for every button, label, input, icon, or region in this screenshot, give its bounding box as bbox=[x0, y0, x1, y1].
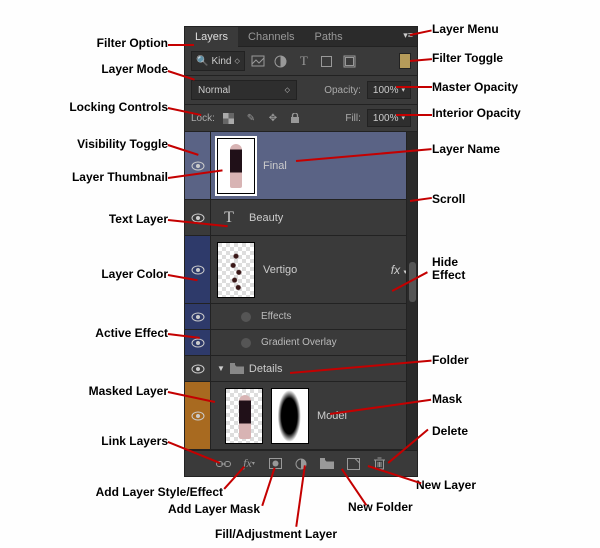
callout-add-style: Add Layer Style/Effect bbox=[8, 485, 223, 499]
callout-new-folder: New Folder bbox=[348, 500, 413, 514]
filter-kind-label: Kind bbox=[211, 56, 231, 67]
filter-row: 🔍 Kind ◇ T bbox=[185, 47, 417, 76]
layer-row-vertigo[interactable]: Vertigo fx ▾ bbox=[185, 236, 417, 304]
lock-transparency-icon[interactable] bbox=[221, 110, 237, 126]
layer-mask-thumbnail[interactable] bbox=[271, 388, 309, 444]
callout-masked-layer: Masked Layer bbox=[8, 384, 168, 398]
callout-delete: Delete bbox=[432, 424, 468, 438]
panel-tabs: Layers Channels Paths ▾≡ bbox=[185, 27, 417, 47]
callout-layer-name: Layer Name bbox=[432, 142, 500, 156]
fill-input[interactable]: 100% ▾ bbox=[367, 109, 411, 127]
callout-new-layer: New Layer bbox=[416, 478, 476, 492]
callout-folder: Folder bbox=[432, 353, 469, 367]
layer-row-beauty[interactable]: T Beauty bbox=[185, 200, 417, 236]
callout-locking-controls: Locking Controls bbox=[8, 100, 168, 114]
tab-channels[interactable]: Channels bbox=[238, 27, 304, 47]
layer-thumbnail[interactable] bbox=[217, 242, 255, 298]
layers-list-area: Final T Beauty Vertig bbox=[185, 132, 417, 450]
callout-interior-opacity: Interior Opacity bbox=[432, 106, 521, 120]
filter-pixel-icon[interactable] bbox=[248, 51, 268, 71]
opacity-value: 100% bbox=[373, 85, 399, 96]
blend-mode-row: Normal ◇ Opacity: 100% ▾ bbox=[185, 76, 417, 105]
effect-name: Gradient Overlay bbox=[211, 333, 417, 352]
tab-paths[interactable]: Paths bbox=[305, 27, 353, 47]
callout-master-opacity: Master Opacity bbox=[432, 80, 518, 94]
callout-active-effect: Active Effect bbox=[8, 326, 168, 340]
fill-value: 100% bbox=[373, 113, 399, 124]
layer-body: Vertigo fx ▾ bbox=[211, 238, 417, 302]
lock-position-icon[interactable]: ✥ bbox=[265, 110, 281, 126]
layer-body: ▼ Details bbox=[211, 359, 417, 379]
twirl-down-icon[interactable]: ▼ bbox=[217, 364, 225, 373]
effect-gradient-overlay[interactable]: Gradient Overlay bbox=[185, 330, 417, 356]
callout-layer-menu: Layer Menu bbox=[432, 22, 499, 36]
callout-filter-option: Filter Option bbox=[8, 36, 168, 50]
layers-list: Final T Beauty Vertig bbox=[185, 132, 417, 450]
callout-hide-effect: Hide Effect bbox=[432, 256, 465, 282]
fill-label: Fill: bbox=[345, 113, 361, 124]
callout-mask: Mask bbox=[432, 392, 462, 406]
layer-row-model[interactable]: Model bbox=[185, 382, 417, 450]
add-style-icon[interactable]: fx▾ bbox=[241, 456, 258, 471]
filter-adjust-icon[interactable] bbox=[271, 51, 291, 71]
blend-mode-value: Normal bbox=[198, 85, 230, 96]
lock-row: Lock: ✎ ✥ Fill: 100% ▾ bbox=[185, 105, 417, 132]
new-folder-icon[interactable] bbox=[319, 456, 336, 471]
layer-name[interactable]: Details bbox=[249, 363, 283, 375]
visibility-toggle[interactable] bbox=[185, 200, 211, 235]
opacity-label: Opacity: bbox=[324, 85, 361, 96]
callout-fill-adj: Fill/Adjustment Layer bbox=[215, 527, 337, 541]
layer-thumbnail[interactable] bbox=[225, 388, 263, 444]
layer-row-details[interactable]: ▼ Details bbox=[185, 356, 417, 382]
layer-row-final[interactable]: Final bbox=[185, 132, 417, 200]
layer-name[interactable]: Beauty bbox=[249, 212, 283, 224]
search-icon: 🔍 bbox=[196, 56, 208, 67]
caret-icon: ◇ bbox=[285, 86, 290, 94]
layers-panel: Layers Channels Paths ▾≡ 🔍 Kind ◇ T Norm… bbox=[184, 26, 418, 477]
caret-icon: ◇ bbox=[234, 57, 239, 65]
visibility-toggle[interactable] bbox=[185, 382, 211, 449]
fill-adjustment-icon[interactable] bbox=[293, 456, 310, 471]
layer-name[interactable]: Final bbox=[263, 160, 287, 172]
layer-body: Final bbox=[211, 134, 417, 198]
link-layers-icon[interactable] bbox=[215, 456, 232, 471]
visibility-toggle[interactable] bbox=[185, 132, 211, 199]
layer-body: T Beauty bbox=[211, 202, 417, 234]
callout-layer-mode: Layer Mode bbox=[8, 62, 168, 76]
filter-smart-icon[interactable] bbox=[340, 51, 360, 71]
visibility-toggle[interactable] bbox=[185, 356, 211, 381]
visibility-toggle[interactable] bbox=[185, 236, 211, 303]
blend-mode-dropdown[interactable]: Normal ◇ bbox=[191, 80, 297, 100]
effects-row[interactable]: Effects bbox=[185, 304, 417, 330]
callout-scroll: Scroll bbox=[432, 192, 465, 206]
layer-body: Model bbox=[211, 384, 417, 448]
callout-text-layer: Text Layer bbox=[8, 212, 168, 226]
effects-label: Effects bbox=[211, 307, 417, 326]
callout-filter-toggle: Filter Toggle bbox=[432, 51, 503, 65]
layer-thumbnail[interactable] bbox=[217, 138, 255, 194]
layer-name[interactable]: Vertigo bbox=[263, 264, 297, 276]
callout-layer-thumbnail: Layer Thumbnail bbox=[8, 170, 168, 184]
add-mask-icon[interactable] bbox=[267, 456, 284, 471]
visibility-toggle[interactable] bbox=[185, 330, 211, 355]
panel-menu-icon[interactable]: ▾≡ bbox=[403, 30, 413, 41]
visibility-toggle[interactable] bbox=[185, 304, 211, 329]
lock-all-icon[interactable] bbox=[287, 110, 303, 126]
callout-add-mask: Add Layer Mask bbox=[45, 502, 260, 516]
callout-link-layers: Link Layers bbox=[8, 434, 168, 448]
folder-icon bbox=[230, 363, 244, 374]
new-layer-icon[interactable] bbox=[345, 456, 362, 471]
callout-layer-color: Layer Color bbox=[8, 267, 168, 281]
opacity-input[interactable]: 100% ▾ bbox=[367, 81, 411, 99]
filter-shape-icon[interactable] bbox=[317, 51, 337, 71]
filter-type-icon[interactable]: T bbox=[294, 51, 314, 71]
filter-kind-dropdown[interactable]: 🔍 Kind ◇ bbox=[191, 51, 245, 71]
callout-visibility-toggle: Visibility Toggle bbox=[8, 137, 168, 151]
lock-paint-icon[interactable]: ✎ bbox=[243, 110, 259, 126]
